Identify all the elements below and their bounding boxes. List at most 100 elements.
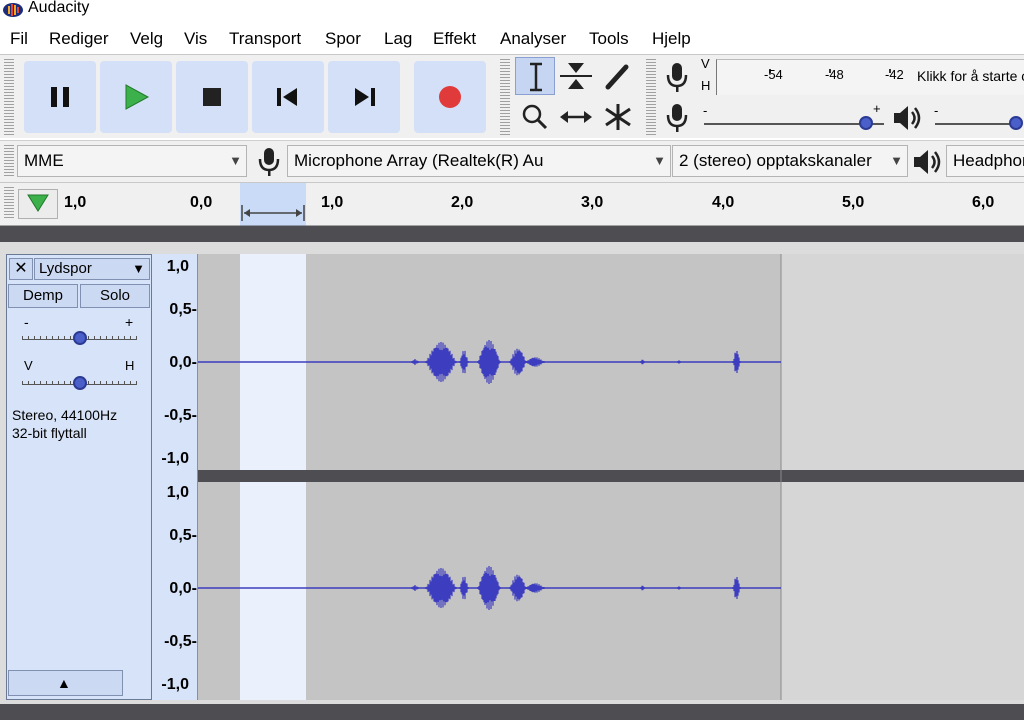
track-sample-format: 32-bit flyttall [12,425,87,441]
tools-grip[interactable] [500,59,510,135]
track-format-info: Stereo, 44100Hz [12,407,118,423]
skip-to-end-button[interactable] [328,61,400,133]
meter-grip[interactable] [646,59,656,135]
collapse-up-icon: ▲ [57,675,71,691]
output-speaker-icon [914,150,941,174]
timeline-label: 2,0 [451,194,474,211]
recording-device-value: Microphone Array (Realtek(R) Au [294,151,544,170]
record-icon [439,86,461,108]
amplitude-ruler[interactable]: 1,0 0,5- 0,0- -0,5- -1,0 1,0 0,5- 0,0- -… [152,254,198,700]
amplitude-label: -0,5- [164,407,197,424]
close-icon: ✕ [14,260,28,277]
device-toolbar: MME ▼ Microphone Array (Realtek(R) Au ▼ … [0,140,1024,182]
chevron-down-icon: ▼ [229,153,242,168]
menu-effekt[interactable]: Effekt [433,28,476,50]
toolbar: V H -54 -48 -42 Klikk for å starte overv… [0,54,1024,138]
draw-tool-button[interactable] [598,57,638,95]
pan-right-label: H [125,358,135,373]
selection-tool-button[interactable] [515,57,555,95]
gain-plus-label: + [125,314,134,330]
skip-to-start-icon [277,88,297,106]
chevron-down-icon: ▼ [890,153,903,168]
menu-rediger[interactable]: Rediger [49,28,109,50]
recording-volume-icon [666,104,688,132]
status-area [0,704,1024,720]
monitor-prompt[interactable]: Klikk for å starte overvåking [917,68,1024,84]
pan-slider-knob[interactable] [72,376,87,390]
solo-button[interactable]: Solo [80,284,150,308]
menu-vis[interactable]: Vis [184,28,207,50]
amplitude-label: 0,5- [169,301,197,318]
recording-volume-knob[interactable] [859,116,873,130]
audacity-logo-icon [3,3,23,17]
window-title: Audacity [28,0,90,16]
playback-device-select[interactable]: Headphones [946,145,1024,177]
meter-left-label: V [701,56,710,71]
gain-slider-knob[interactable] [72,331,87,345]
pause-icon [51,87,69,107]
mute-button[interactable]: Demp [8,284,78,308]
zoom-tool-icon [522,104,548,130]
stop-button[interactable] [176,61,248,133]
timeline-label: 1,0 [321,194,344,211]
selection-handle-icon[interactable] [240,203,306,223]
recording-channels-select[interactable]: 2 (stereo) opptakskanaler ▼ [672,145,908,177]
amplitude-label: 1,0 [166,258,189,275]
menu-velg[interactable]: Velg [130,28,163,50]
play-button[interactable] [100,61,172,133]
playback-volume-knob[interactable] [1008,116,1023,130]
audio-host-select[interactable]: MME ▼ [17,145,247,177]
pause-button[interactable] [24,61,96,133]
audio-host-value: MME [24,151,64,170]
timeline-label: 6,0 [972,194,995,211]
draw-tool-icon [605,64,629,90]
amplitude-label: -0,5- [164,633,197,650]
skip-to-start-button[interactable] [252,61,324,133]
dropdown-arrow-icon: ▼ [132,261,145,276]
timeline-label: 5,0 [842,194,865,211]
device-grip[interactable] [4,145,14,177]
toolbar-grip[interactable] [4,59,14,135]
time-shift-tool-icon [560,111,592,123]
meter-tick-48: -48 [825,67,844,82]
recording-volume-slider[interactable] [704,123,884,125]
timeline-label: 4,0 [712,194,735,211]
collapse-track-button[interactable]: ▲ [8,670,123,696]
amplitude-label: 1,0 [166,484,189,501]
timeline-label: 0,0 [190,194,213,211]
zoom-tool-button[interactable] [515,98,555,136]
play-volume-minus: - [934,103,939,118]
meter-right-label: H [701,78,711,93]
waveform-display[interactable] [198,254,1024,700]
meter-tick-54: -54 [764,67,783,82]
recording-device-select[interactable]: Microphone Array (Realtek(R) Au ▼ [287,145,671,177]
multi-tool-button[interactable] [598,98,638,136]
playback-volume-slider[interactable] [935,123,1020,125]
menu-analyser[interactable]: Analyser [500,28,566,50]
menu-lag[interactable]: Lag [384,28,412,50]
menu-transport[interactable]: Transport [229,28,301,50]
timeline-ticks [0,183,1024,227]
amplitude-label: -1,0 [161,676,189,693]
track-menu-button[interactable]: Lydspor ▼ [34,258,150,280]
menu-spor[interactable]: Spor [325,28,361,50]
pan-left-label: V [24,358,33,373]
envelope-tool-button[interactable] [556,57,596,95]
waveform-burst [640,585,645,591]
meter-tick-42: -42 [885,67,904,82]
multi-tool-icon [605,104,631,130]
envelope-tool-icon [560,63,592,89]
timeline-label: 3,0 [581,194,604,211]
speaker-icon [894,106,921,130]
menu-hjelp[interactable]: Hjelp [652,28,691,50]
menu-fil[interactable]: Fil [10,28,28,50]
microphone-icon[interactable] [662,59,692,95]
chevron-down-icon: ▼ [653,153,666,168]
timeline-ruler[interactable]: 1,0 0,0 1,0 2,0 3,0 4,0 5,0 6,0 [0,182,1024,227]
channel-separator [198,470,1024,482]
menu-tools[interactable]: Tools [589,28,629,50]
close-track-button[interactable]: ✕ [9,258,33,280]
time-shift-tool-button[interactable] [556,98,596,136]
record-button[interactable] [414,61,486,133]
skip-to-end-icon [355,88,375,106]
